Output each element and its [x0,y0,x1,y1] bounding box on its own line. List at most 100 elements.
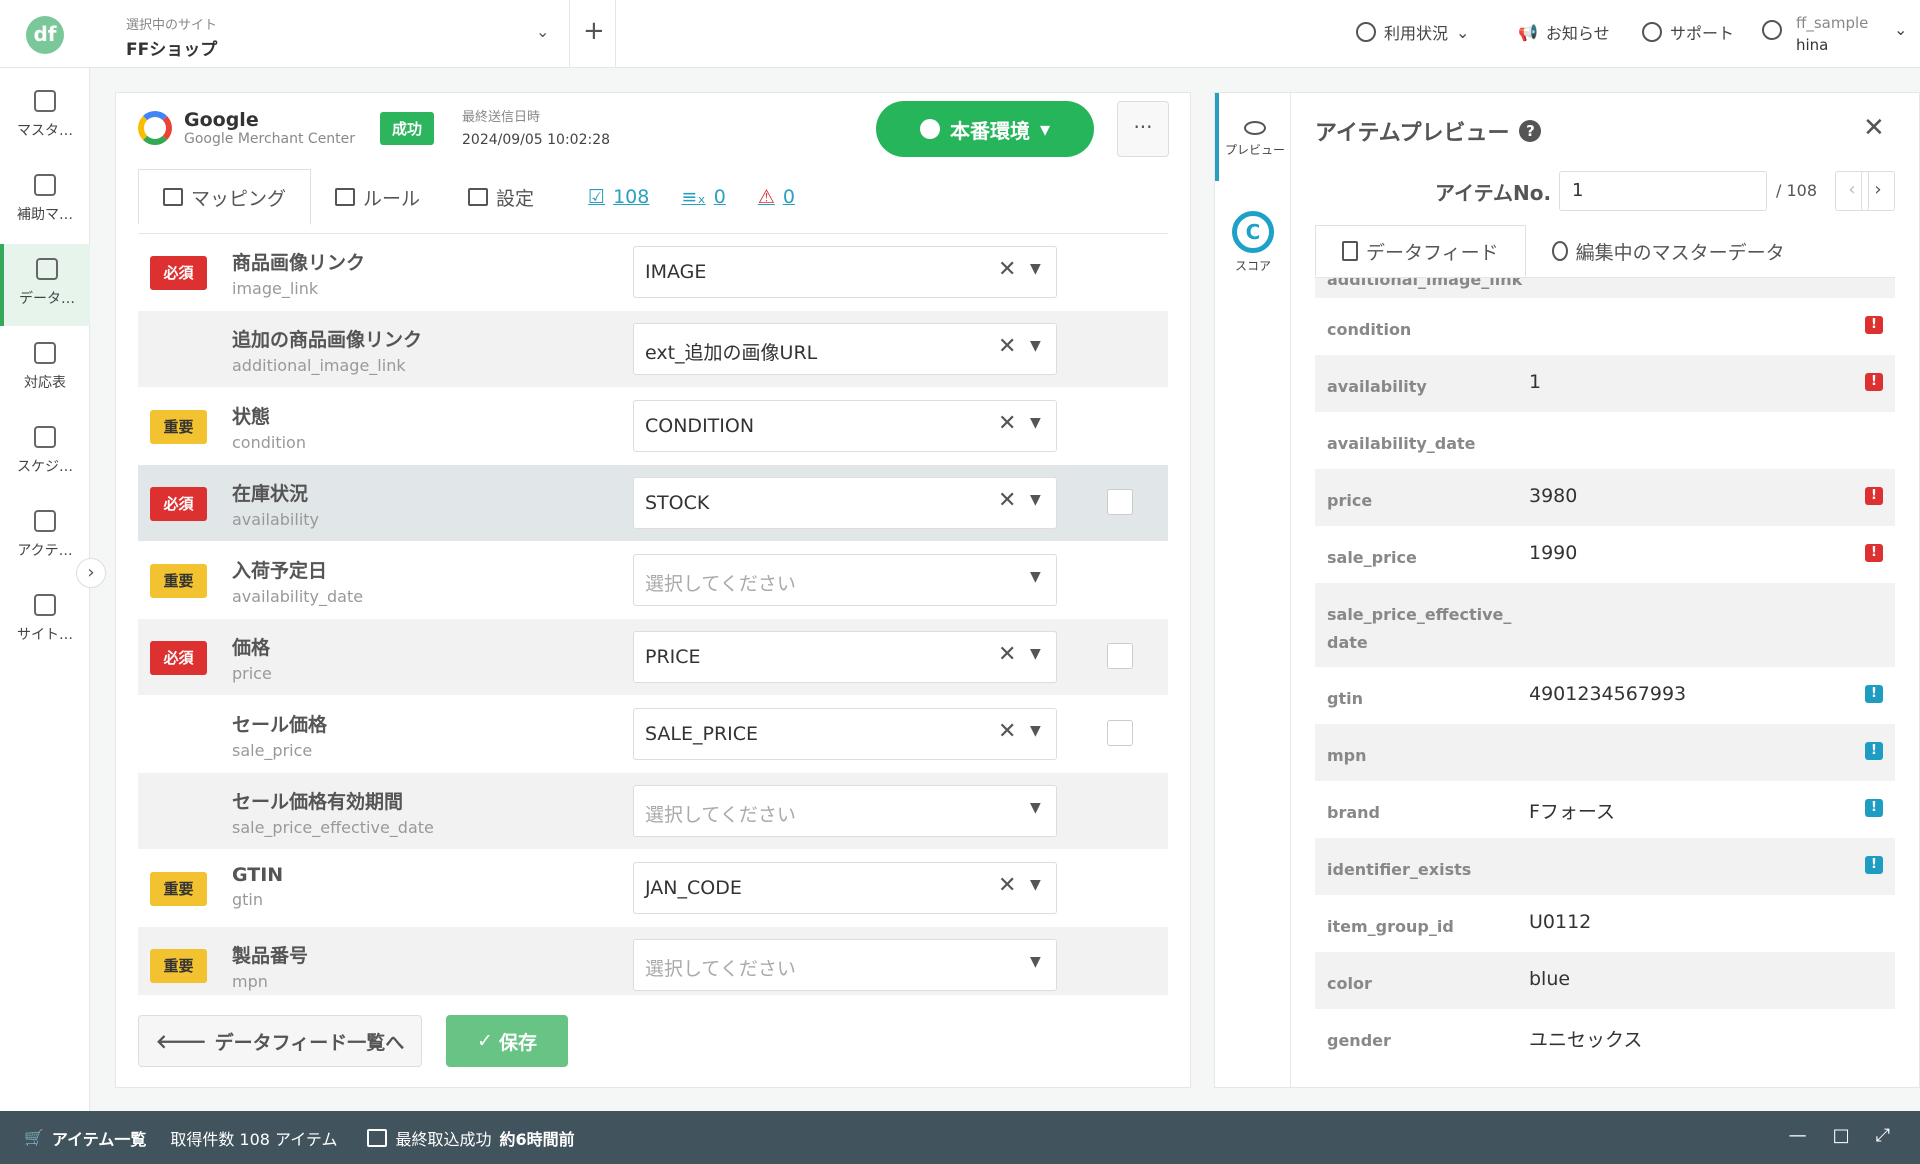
field-key: image_link [232,279,319,298]
sidebar-item-datafeed[interactable]: データ… [0,244,90,326]
error-flag-icon[interactable]: ! [1865,544,1883,562]
column-select[interactable]: CONDITION ✕ ▼ [633,400,1057,452]
add-site-button[interactable]: + [583,16,605,46]
column-select[interactable]: 選択してください ▼ [633,785,1057,837]
tab-rules[interactable]: ルール [311,169,444,225]
error-flag-icon[interactable]: ! [1865,373,1883,391]
column-select[interactable]: STOCK ✕ ▼ [633,477,1057,529]
divider [569,0,570,68]
save-button[interactable]: ✓ 保存 [446,1015,568,1067]
caret-down-icon: ▼ [1030,261,1041,277]
column-select[interactable]: JAN_CODE ✕ ▼ [633,862,1057,914]
calendar-clock-icon [34,426,56,448]
usage-menu[interactable]: 利用状況 ⌄ [1356,20,1469,44]
score-icon: C [1232,211,1274,253]
tab-mapping[interactable]: マッピング [138,169,312,225]
sliders-icon [468,188,489,206]
back-to-feed-list-button[interactable]: 🡐 データフィード一覧へ [138,1015,422,1067]
field-key: availability_date [232,587,364,606]
caret-down-icon: ▼ [1030,338,1041,354]
clear-icon[interactable]: ✕ [998,334,1016,359]
info-flag-icon[interactable]: ! [1865,799,1883,817]
mapping-list: 必須 商品画像リンク image_link IMAGE ✕ ▼ 追加の商品画像リンク a… [138,233,1168,995]
sidebar-expand-button[interactable]: › [76,558,106,588]
maximize-icon[interactable]: □ [1833,1125,1850,1146]
chevron-down-icon[interactable]: ⌄ [1894,20,1907,39]
error-flag-icon[interactable]: ! [1865,316,1883,334]
info-flag-icon[interactable]: ! [1865,856,1883,874]
column-select[interactable]: 選択してください ▼ [633,939,1057,991]
database-icon [34,90,56,112]
preview-title-text: アイテムプレビュー [1315,121,1510,146]
divider [615,0,616,68]
item-key: identifier_exists [1327,860,1472,879]
environment-button[interactable]: 本番環境 ▾ [876,101,1094,157]
excluded-count-link[interactable]: ≡ₓ 0 [681,186,725,208]
column-select[interactable]: ext_追加の画像URL ✕ ▼ [633,323,1057,375]
sidebar-item-mapping-table[interactable]: 対応表 [0,328,90,410]
tab-label: データフィード [1366,241,1499,264]
row-checkbox[interactable] [1107,643,1133,669]
news-link[interactable]: 📢 お知らせ [1518,20,1610,44]
last-import-value: 約6時間前 [499,1129,575,1149]
clear-icon[interactable]: ✕ [998,873,1016,898]
items-list-label: アイテム一覧 [51,1129,147,1149]
item-value: 1990 [1529,542,1578,564]
sidebar-item-site-settings[interactable]: サイト… [0,580,90,662]
bottom-status-bar: 🛒 アイテム一覧 取得件数 108 アイテム 最終取込成功 約6時間前 — □ … [0,1111,1920,1164]
warning-count-link[interactable]: ⚠ 0 [758,186,795,208]
column-select[interactable]: SALE_PRICE ✕ ▼ [633,708,1057,760]
history-icon [34,510,56,532]
item-key: availability [1327,377,1427,396]
next-item-button[interactable]: › [1861,171,1895,211]
column-select[interactable]: PRICE ✕ ▼ [633,631,1057,683]
tab-score[interactable]: C スコア [1215,201,1291,274]
chevron-down-icon[interactable]: ⌄ [536,22,549,41]
expand-icon[interactable]: ⤢ [1876,1125,1890,1146]
sidebar-item-sub-master[interactable]: 補助マ… [0,160,90,242]
list-item: additional_image_link [1315,278,1895,298]
user-menu[interactable] [1762,20,1782,40]
clear-icon[interactable]: ✕ [998,642,1016,667]
caret-down-icon: ▼ [1030,569,1041,585]
app-logo[interactable]: df [26,16,64,54]
item-value: Fフォース [1529,801,1615,823]
back-label: データフィード一覧へ [214,1031,405,1054]
tab-preview[interactable]: プレビュー [1215,93,1291,181]
close-icon[interactable]: ✕ [1863,113,1885,143]
help-icon[interactable]: ? [1519,120,1542,142]
minimize-icon[interactable]: — [1789,1125,1807,1146]
clear-icon[interactable]: ✕ [998,719,1016,744]
tab-datafeed[interactable]: データフィード [1315,225,1526,277]
clear-icon[interactable]: ✕ [998,257,1016,282]
user-info[interactable]: ff_sample hina [1796,12,1868,56]
sidebar-item-master[interactable]: マスタ… [0,76,90,158]
item-number-input[interactable]: 1 [1559,171,1767,211]
row-checkbox[interactable] [1107,720,1133,746]
tab-settings[interactable]: 設定 [444,169,558,225]
tab-master-data[interactable]: 編集中のマスターデータ [1526,225,1811,277]
clear-icon[interactable]: ✕ [998,488,1016,513]
ok-count-link[interactable]: ☑ 108 [588,186,649,208]
top-bar: df 選択中のサイト FFショップ ⌄ + 利用状況 ⌄ 📢 お知らせ サポート… [0,0,1920,68]
mapping-icon [163,188,183,206]
info-flag-icon[interactable]: ! [1865,685,1883,703]
sidebar-item-schedule[interactable]: スケジ… [0,412,90,494]
items-list-link[interactable]: 🛒 アイテム一覧 [24,1126,146,1150]
error-flag-icon[interactable]: ! [1865,487,1883,505]
column-select[interactable]: IMAGE ✕ ▼ [633,246,1057,298]
more-options-button[interactable]: ··· [1117,101,1169,157]
field-name: GTIN [232,864,284,886]
row-checkbox[interactable] [1107,489,1133,515]
clear-icon[interactable]: ✕ [998,411,1016,436]
site-selector[interactable]: 選択中のサイト FFショップ [126,14,217,60]
select-placeholder: 選択してください [645,804,796,826]
environment-label: 本番環境 [949,118,1030,143]
required-badge: 必須 [150,487,207,521]
field-key: gtin [232,890,264,909]
support-link[interactable]: サポート [1642,20,1734,44]
column-select[interactable]: 選択してください ▼ [633,554,1057,606]
info-flag-icon[interactable]: ! [1865,742,1883,760]
mapping-row: 必須 在庫状況 availability STOCK ✕ ▼ [138,465,1168,542]
field-key: mpn [232,972,268,991]
